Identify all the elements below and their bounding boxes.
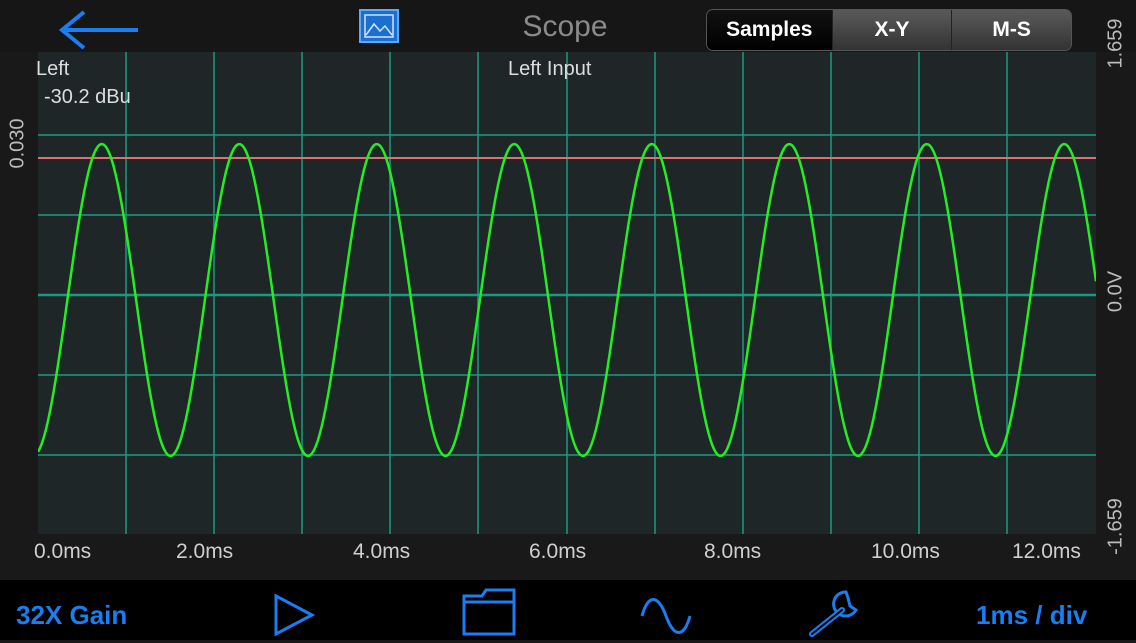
sine-wave-icon	[640, 598, 692, 634]
channel-level: -30.2 dBu	[44, 86, 131, 108]
image-button[interactable]	[358, 8, 400, 44]
back-arrow-icon	[58, 10, 138, 50]
scope-display[interactable]	[36, 52, 1098, 534]
x-tick-label: 10.0ms	[871, 540, 940, 563]
play-icon	[274, 593, 316, 637]
segment-m-s[interactable]: M-S	[951, 10, 1071, 50]
bottom-toolbar	[0, 580, 1136, 640]
source-label: Left Input	[508, 58, 592, 80]
right-axis-top-label: 1.659	[1104, 18, 1127, 69]
left-axis-scale-label: 0.030	[6, 118, 29, 169]
x-tick-label: 4.0ms	[353, 540, 411, 563]
folder-button[interactable]	[462, 588, 516, 641]
timebase-button[interactable]: 1ms / div	[976, 600, 1087, 631]
waveform-button[interactable]	[640, 596, 692, 641]
play-button[interactable]	[272, 592, 318, 643]
settings-button[interactable]	[806, 588, 862, 643]
channel-name: Left	[36, 58, 70, 80]
folder-icon	[462, 588, 516, 636]
segment-x-y[interactable]: X-Y	[831, 10, 952, 50]
gain-button[interactable]: 32X Gain	[16, 600, 127, 631]
x-tick-label: 2.0ms	[176, 540, 234, 563]
wrench-icon	[809, 590, 859, 637]
x-tick-label: 6.0ms	[529, 540, 587, 563]
scope-grid	[36, 52, 1098, 534]
back-button[interactable]	[56, 8, 146, 52]
x-tick-label: 12.0ms	[1012, 540, 1081, 563]
image-icon	[359, 9, 399, 43]
page-title: Scope	[522, 10, 608, 43]
top-bar: Scope Samples X-Y M-S	[0, 0, 1136, 52]
display-mode-control[interactable]: Samples X-Y M-S	[706, 9, 1072, 51]
right-axis-bottom-label: -1.659	[1104, 498, 1127, 555]
x-tick-label: 8.0ms	[704, 540, 762, 563]
x-tick-label: 0.0ms	[34, 540, 92, 563]
segment-samples[interactable]: Samples	[707, 10, 832, 50]
right-axis-mid-label: 0.0V	[1104, 270, 1127, 313]
